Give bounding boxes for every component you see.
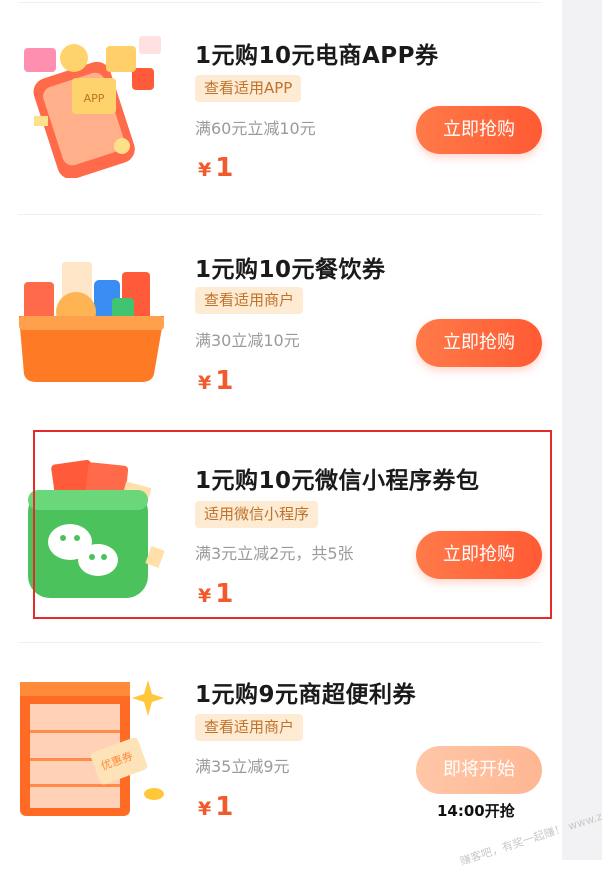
view-merchants-link[interactable]: 查看适用商户	[195, 287, 304, 314]
coupon-title: 1元购10元餐饮券	[195, 257, 386, 283]
card-divider	[18, 2, 542, 3]
coupon-card-ecommerce: APP 1元购10元电商APP券 查看适用APP 满60元立减10元 ¥1 立即…	[0, 0, 560, 214]
card-divider	[18, 642, 542, 643]
coupon-price: ¥1	[198, 153, 233, 183]
ecommerce-app-coupon-image: APP	[14, 28, 168, 180]
coupon-price: ¥1	[198, 366, 233, 396]
price-value: 1	[215, 153, 234, 183]
currency-symbol: ¥	[198, 159, 212, 181]
dining-coupon-image	[14, 242, 168, 392]
sale-start-time: 14:00开抢	[437, 802, 515, 820]
coupon-title: 1元购10元电商APP券	[195, 43, 439, 69]
view-apps-link[interactable]: 查看适用APP	[195, 75, 302, 102]
coupon-card-supermarket: 优惠券 1元购9元商超便利券 查看适用商户 满35立减9元 ¥1 即将开始	[0, 642, 560, 860]
coupon-title: 1元购9元商超便利券	[195, 682, 417, 708]
price-value: 1	[215, 366, 234, 396]
card-divider	[18, 214, 542, 215]
coupon-price: ¥1	[198, 792, 233, 822]
app-label-art: APP	[84, 92, 105, 105]
currency-symbol: ¥	[198, 372, 212, 394]
coming-soon-button[interactable]: 即将开始	[416, 746, 542, 794]
currency-symbol: ¥	[198, 798, 212, 820]
buy-now-button[interactable]: 立即抢购	[416, 319, 542, 367]
coupon-condition: 满60元立减10元	[195, 119, 316, 138]
coupon-condition: 满35立减9元	[195, 757, 290, 776]
coupon-condition: 满30立减10元	[195, 331, 300, 350]
buy-now-button[interactable]: 立即抢购	[416, 106, 542, 154]
coupon-card-dining: 1元购10元餐饮券 查看适用商户 满30立减10元 ¥1 立即抢购	[0, 214, 560, 428]
supermarket-coupon-image: 优惠券	[14, 672, 168, 822]
view-merchants-link[interactable]: 查看适用商户	[195, 714, 304, 741]
price-value: 1	[215, 792, 234, 822]
highlight-box	[33, 430, 552, 619]
right-side-strip	[562, 0, 602, 860]
